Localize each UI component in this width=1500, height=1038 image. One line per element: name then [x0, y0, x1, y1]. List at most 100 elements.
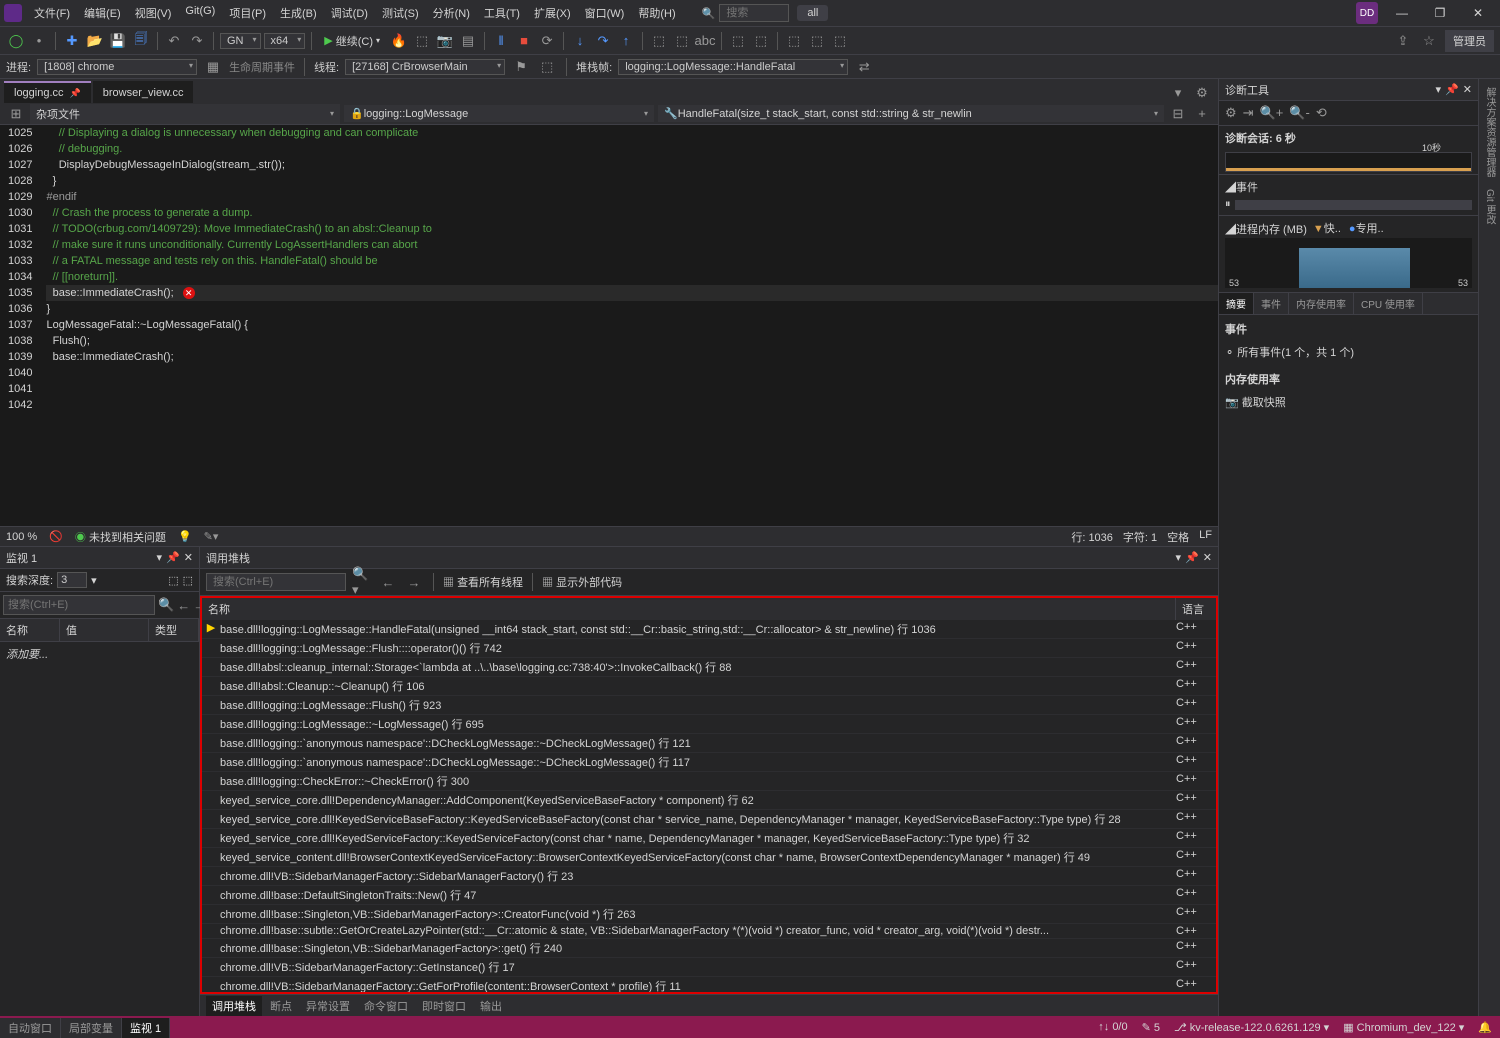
- callstack-row[interactable]: base.dll!logging::LogMessage::Flush::::o…: [202, 639, 1216, 658]
- process-combo[interactable]: [1808] chrome: [37, 59, 197, 75]
- zoom-in-icon[interactable]: 🔍+: [1260, 105, 1284, 121]
- tool-g[interactable]: ⬚: [807, 31, 827, 51]
- panel-tab[interactable]: 调用堆栈: [206, 996, 262, 1016]
- prev-icon[interactable]: ←: [177, 595, 190, 615]
- avatar[interactable]: DD: [1356, 2, 1378, 24]
- func-dropdown[interactable]: 🔧 HandleFatal(size_t stack_start, const …: [658, 105, 1164, 122]
- events-label[interactable]: ◢事件: [1225, 182, 1258, 194]
- export-icon[interactable]: ⇥: [1243, 105, 1254, 121]
- continue-button[interactable]: ▶继续(C)▾: [318, 31, 386, 51]
- thread-icon[interactable]: ⬚: [537, 57, 557, 77]
- menu-item[interactable]: 扩展(X): [528, 2, 577, 24]
- col-name[interactable]: 名称: [202, 598, 1176, 620]
- menu-item[interactable]: 项目(P): [223, 2, 272, 24]
- nav-icon[interactable]: ⊞: [6, 104, 26, 124]
- watch-col[interactable]: 名称: [0, 619, 60, 641]
- snapshot-button[interactable]: 📷 截取快照: [1225, 391, 1472, 413]
- search-input[interactable]: [719, 4, 789, 22]
- thread-combo[interactable]: [27168] CrBrowserMain: [345, 59, 505, 75]
- step-out-icon[interactable]: ↑: [616, 31, 636, 51]
- rail-tab[interactable]: 解决方案资源管理器: [1482, 87, 1497, 177]
- callstack-row[interactable]: base.dll!absl::cleanup_internal::Storage…: [202, 658, 1216, 677]
- pin-icon[interactable]: ▾: [1176, 551, 1182, 564]
- pen-icon[interactable]: ✎▾: [204, 530, 219, 543]
- panel-tab[interactable]: 输出: [474, 996, 508, 1016]
- menu-item[interactable]: 工具(T): [478, 2, 526, 24]
- nav-back-icon[interactable]: ◯: [6, 31, 26, 51]
- close-icon[interactable]: ✕: [1203, 551, 1212, 564]
- callstack-row[interactable]: chrome.dll!VB::SidebarManagerFactory::Ge…: [202, 958, 1216, 977]
- platform-combo[interactable]: x64: [264, 33, 306, 49]
- panel-tab[interactable]: 异常设置: [300, 996, 356, 1016]
- stackframe-combo[interactable]: logging::LogMessage::HandleFatal: [618, 59, 848, 75]
- tool-d[interactable]: ⬚: [728, 31, 748, 51]
- step-into-icon[interactable]: ↓: [570, 31, 590, 51]
- tool-icon-2[interactable]: 📷: [435, 31, 455, 51]
- open-icon[interactable]: 📂: [85, 31, 105, 51]
- menu-item[interactable]: 窗口(W): [579, 2, 631, 24]
- callstack-row[interactable]: base.dll!logging::`anonymous namespace':…: [202, 734, 1216, 753]
- save-all-icon[interactable]: 🗐: [131, 31, 151, 51]
- tool-b[interactable]: ⬚: [672, 31, 692, 51]
- plus-icon[interactable]: +: [1192, 104, 1212, 124]
- callstack-row[interactable]: base.dll!absl::Cleanup::~Cleanup() 行 106…: [202, 677, 1216, 696]
- close-icon[interactable]: ✕: [1463, 83, 1472, 96]
- col-lang[interactable]: 语言: [1176, 598, 1216, 620]
- save-icon[interactable]: 💾: [108, 31, 128, 51]
- callstack-row[interactable]: keyed_service_content.dll!BrowserContext…: [202, 848, 1216, 867]
- callstack-row[interactable]: chrome.dll!base::subtle::GetOrCreateLazy…: [202, 924, 1216, 939]
- pause-icon[interactable]: ‖: [491, 31, 511, 51]
- callstack-row[interactable]: ▶base.dll!logging::LogMessage::HandleFat…: [202, 620, 1216, 639]
- close-icon[interactable]: ✕: [184, 551, 193, 564]
- events-item[interactable]: ⚬ 所有事件(1 个，共 1 个): [1225, 341, 1472, 363]
- warn-count[interactable]: ✎ 5: [1142, 1021, 1160, 1034]
- close-button[interactable]: ✕: [1460, 1, 1496, 26]
- panel-tab[interactable]: 局部变量: [61, 1018, 122, 1038]
- view-threads-button[interactable]: ▦ 查看所有线程: [443, 574, 523, 590]
- notifications-icon[interactable]: 🔔: [1478, 1021, 1492, 1034]
- tool-icon[interactable]: ⬚: [168, 574, 178, 587]
- spaces-indicator[interactable]: 空格: [1167, 529, 1189, 545]
- callstack-list[interactable]: 名称语言 ▶base.dll!logging::LogMessage::Hand…: [200, 596, 1218, 994]
- pin-icon-2[interactable]: 📌: [166, 551, 180, 564]
- sf-tool[interactable]: ⇄: [854, 57, 874, 77]
- diag-tab[interactable]: 摘要: [1219, 293, 1254, 314]
- callstack-row[interactable]: base.dll!logging::LogMessage::Flush() 行 …: [202, 696, 1216, 715]
- panel-tab[interactable]: 监视 1: [122, 1018, 170, 1038]
- search-box[interactable]: 🔍 all: [702, 4, 829, 22]
- menu-item[interactable]: 编辑(E): [78, 2, 127, 24]
- diag-tab[interactable]: 内存使用率: [1289, 293, 1354, 314]
- menu-item[interactable]: 生成(B): [274, 2, 323, 24]
- tool-c[interactable]: abc: [695, 31, 715, 51]
- pin-icon-2[interactable]: 📌: [1445, 83, 1459, 96]
- menu-item[interactable]: 测试(S): [376, 2, 425, 24]
- tool-h[interactable]: ⬚: [830, 31, 850, 51]
- pin-icon[interactable]: ▾: [1436, 83, 1442, 96]
- callstack-row[interactable]: chrome.dll!base::DefaultSingletonTraits:…: [202, 886, 1216, 905]
- minimize-button[interactable]: —: [1384, 1, 1420, 26]
- panel-tab[interactable]: 自动窗口: [0, 1018, 61, 1038]
- lifecycle-icon[interactable]: ▦: [203, 57, 223, 77]
- config-combo[interactable]: GN: [220, 33, 261, 49]
- tab-settings-icon[interactable]: ⚙: [1192, 83, 1212, 103]
- project-indicator[interactable]: ▦ Chromium_dev_122 ▾: [1343, 1021, 1464, 1034]
- zoom-out-icon[interactable]: 🔍-: [1289, 105, 1310, 121]
- callstack-row[interactable]: chrome.dll!base::Singleton,VB::SidebarMa…: [202, 905, 1216, 924]
- code-editor[interactable]: 1025102610271028102910301031103210331034…: [0, 125, 1218, 526]
- watch-col[interactable]: 值: [60, 619, 149, 641]
- prev-icon[interactable]: ←: [378, 572, 398, 592]
- menu-item[interactable]: 分析(N): [427, 2, 476, 24]
- search-scope-pill[interactable]: all: [797, 5, 828, 21]
- show-external-button[interactable]: ▦ 显示外部代码: [542, 574, 622, 590]
- lightbulb-icon[interactable]: 💡: [178, 530, 192, 543]
- tool-f[interactable]: ⬚: [784, 31, 804, 51]
- rail-tab[interactable]: Git 更改: [1482, 189, 1497, 225]
- watch-add-placeholder[interactable]: 添加要...: [6, 649, 48, 661]
- watch-col[interactable]: 类型: [149, 619, 199, 641]
- feedback-icon[interactable]: ☆: [1419, 31, 1439, 51]
- issues-icon[interactable]: 🚫: [49, 530, 63, 543]
- restart-icon[interactable]: ⟳: [537, 31, 557, 51]
- search-icon[interactable]: 🔍: [158, 595, 174, 615]
- callstack-row[interactable]: chrome.dll!base::Singleton,VB::SidebarMa…: [202, 939, 1216, 958]
- pin-icon[interactable]: ▾: [157, 551, 163, 564]
